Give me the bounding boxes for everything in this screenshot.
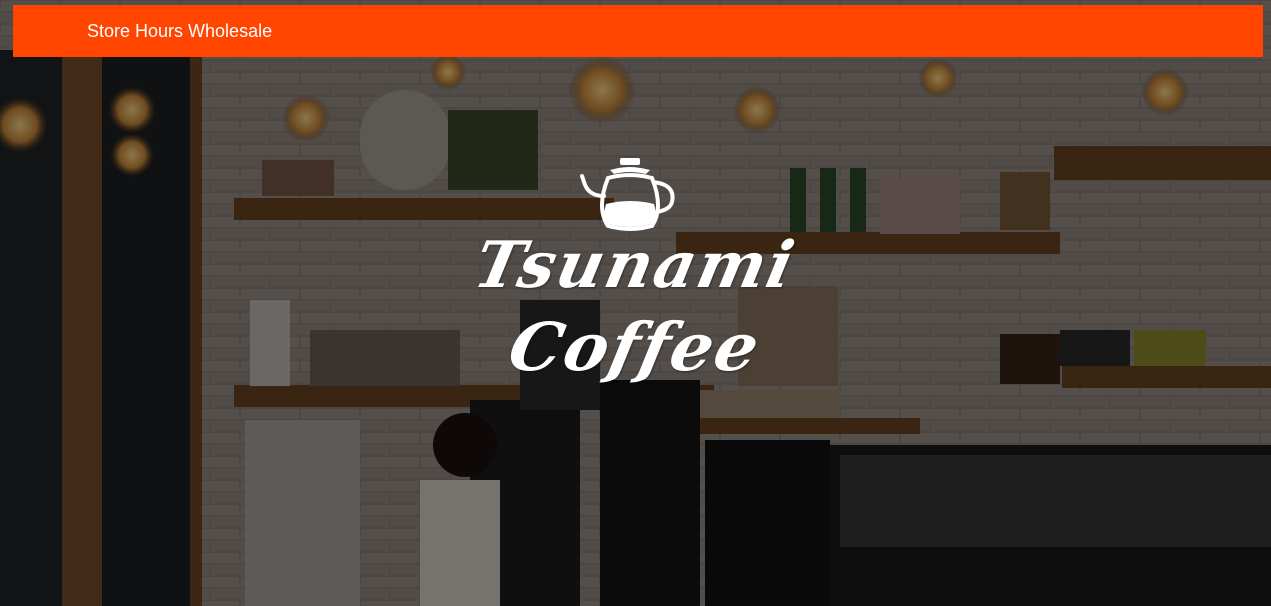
nav-links: Store Hours Wholesale [13, 5, 272, 57]
hero-section: Store Hours Wholesale Tsunami Coffee [0, 0, 1271, 606]
nav-link-hours[interactable]: Hours [135, 5, 183, 57]
kettle-icon [580, 158, 675, 231]
nav-link-store[interactable]: Store [87, 5, 130, 57]
nav-link-wholesale[interactable]: Wholesale [188, 5, 272, 57]
top-navbar: Store Hours Wholesale [13, 5, 1263, 57]
logo-wordmark-line2: Coffee [502, 308, 768, 386]
logo-wordmark-line1: Tsunami [467, 228, 803, 303]
site-logo[interactable]: Tsunami Coffee [468, 150, 802, 390]
